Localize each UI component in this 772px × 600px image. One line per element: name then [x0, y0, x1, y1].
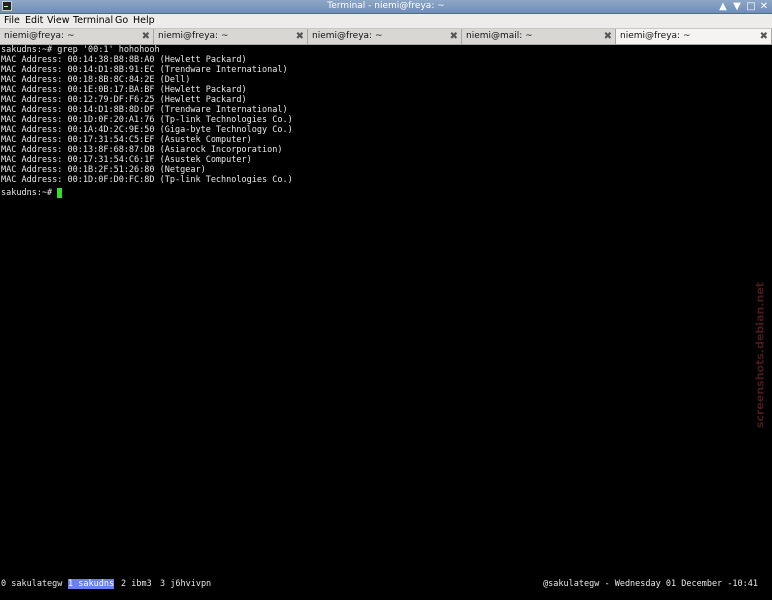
status-window-2: 2 ibm3 [121, 579, 152, 589]
menu-view[interactable]: View [47, 14, 70, 28]
tab-label: niemi@mail: ~ [466, 31, 533, 41]
close-window-button[interactable]: ✕ [757, 0, 771, 13]
terminal-line: MAC Address: 00:1D:0F:D0:FC:8D (Tp-link … [1, 175, 293, 185]
terminal-line: MAC Address: 00:14:D1:8B:8D:DF (Trendwar… [1, 105, 288, 115]
menu-terminal[interactable]: Terminal [73, 14, 113, 28]
watermark: screenshots.debian.net [750, 235, 770, 475]
status-window-3: 3 j6hvivpn [160, 579, 212, 589]
terminal-line: MAC Address: 00:1B:2F:51:26:80 (Netgear) [1, 165, 206, 175]
terminal-line: MAC Address: 00:1A:4D:2C:9E:50 (Giga-byt… [1, 125, 293, 135]
status-window-1-active: 1 sakudns [68, 579, 115, 589]
tab-4[interactable]: niemi@mail: ~ ✖ [462, 29, 616, 44]
tab-1[interactable]: niemi@freya: ~ ✖ [0, 29, 154, 44]
menu-help[interactable]: Help [133, 14, 155, 28]
terminal-line: MAC Address: 00:13:8F:68:87:DB (Asiarock… [1, 145, 283, 155]
terminal-prompt: sakudns:~# [1, 188, 58, 198]
menu-bar: File Edit View Terminal Go Help [0, 14, 772, 29]
status-window-0: 0 sakulategw [1, 579, 63, 589]
window-title: Terminal - niemi@freya: ~ [327, 1, 445, 11]
close-tab-icon[interactable]: ✖ [296, 29, 304, 44]
terminal-line: MAC Address: 00:18:8B:8C:84:2E (Dell) [1, 75, 191, 85]
close-tab-icon[interactable]: ✖ [760, 29, 768, 44]
menu-edit[interactable]: Edit [25, 14, 43, 28]
tab-bar: niemi@freya: ~ ✖ niemi@freya: ~ ✖ niemi@… [0, 29, 772, 45]
text-cursor [57, 188, 63, 198]
terminal-line: MAC Address: 00:14:D1:8B:91:EC (Trendwar… [1, 65, 288, 75]
tab-2[interactable]: niemi@freya: ~ ✖ [154, 29, 308, 44]
close-tab-icon[interactable]: ✖ [450, 29, 458, 44]
shade-up-icon[interactable]: ▲ [716, 0, 730, 13]
close-tab-icon[interactable]: ✖ [604, 29, 612, 44]
terminal-line: MAC Address: 00:14:38:B8:8B:A0 (Hewlett … [1, 55, 247, 65]
terminal-line: MAC Address: 00:17:31:54:C5:EF (Asustek … [1, 135, 252, 145]
terminal-line: MAC Address: 00:17:31:54:C6:1F (Asustek … [1, 155, 252, 165]
minimize-button[interactable]: ▼ [730, 0, 744, 13]
tab-label: niemi@freya: ~ [312, 31, 383, 41]
window-titlebar[interactable]: Terminal - niemi@freya: ~ ▲ ▼ □ ✕ [0, 0, 772, 14]
tab-label: niemi@freya: ~ [4, 31, 75, 41]
menu-go[interactable]: Go [115, 14, 128, 28]
maximize-button[interactable]: □ [744, 0, 758, 13]
terminal-line: MAC Address: 00:1D:0F:20:A1:76 (Tp-link … [1, 115, 293, 125]
watermark-text: screenshots.debian.net [753, 281, 767, 429]
tab-label: niemi@freya: ~ [620, 31, 691, 41]
close-tab-icon[interactable]: ✖ [142, 29, 150, 44]
tab-label: niemi@freya: ~ [158, 31, 229, 41]
terminal-line: MAC Address: 00:12:79:DF:F6:25 (Hewlett … [1, 95, 247, 105]
terminal-prompt-line[interactable]: sakudns:~# [1, 188, 63, 198]
tab-3[interactable]: niemi@freya: ~ ✖ [308, 29, 462, 44]
terminal-line: sakudns:~# grep '00:1' hohohooh [1, 45, 160, 55]
terminal-line: MAC Address: 00:1E:0B:17:BA:BF (Hewlett … [1, 85, 247, 95]
terminal-output[interactable]: sakudns:~# grep '00:1' hohohooh MAC Addr… [0, 45, 772, 600]
tab-5-active[interactable]: niemi@freya: ~ ✖ [616, 29, 772, 44]
menu-file[interactable]: File [4, 14, 20, 28]
status-clock: @sakulategw - Wednesday 01 December -10:… [543, 579, 758, 589]
